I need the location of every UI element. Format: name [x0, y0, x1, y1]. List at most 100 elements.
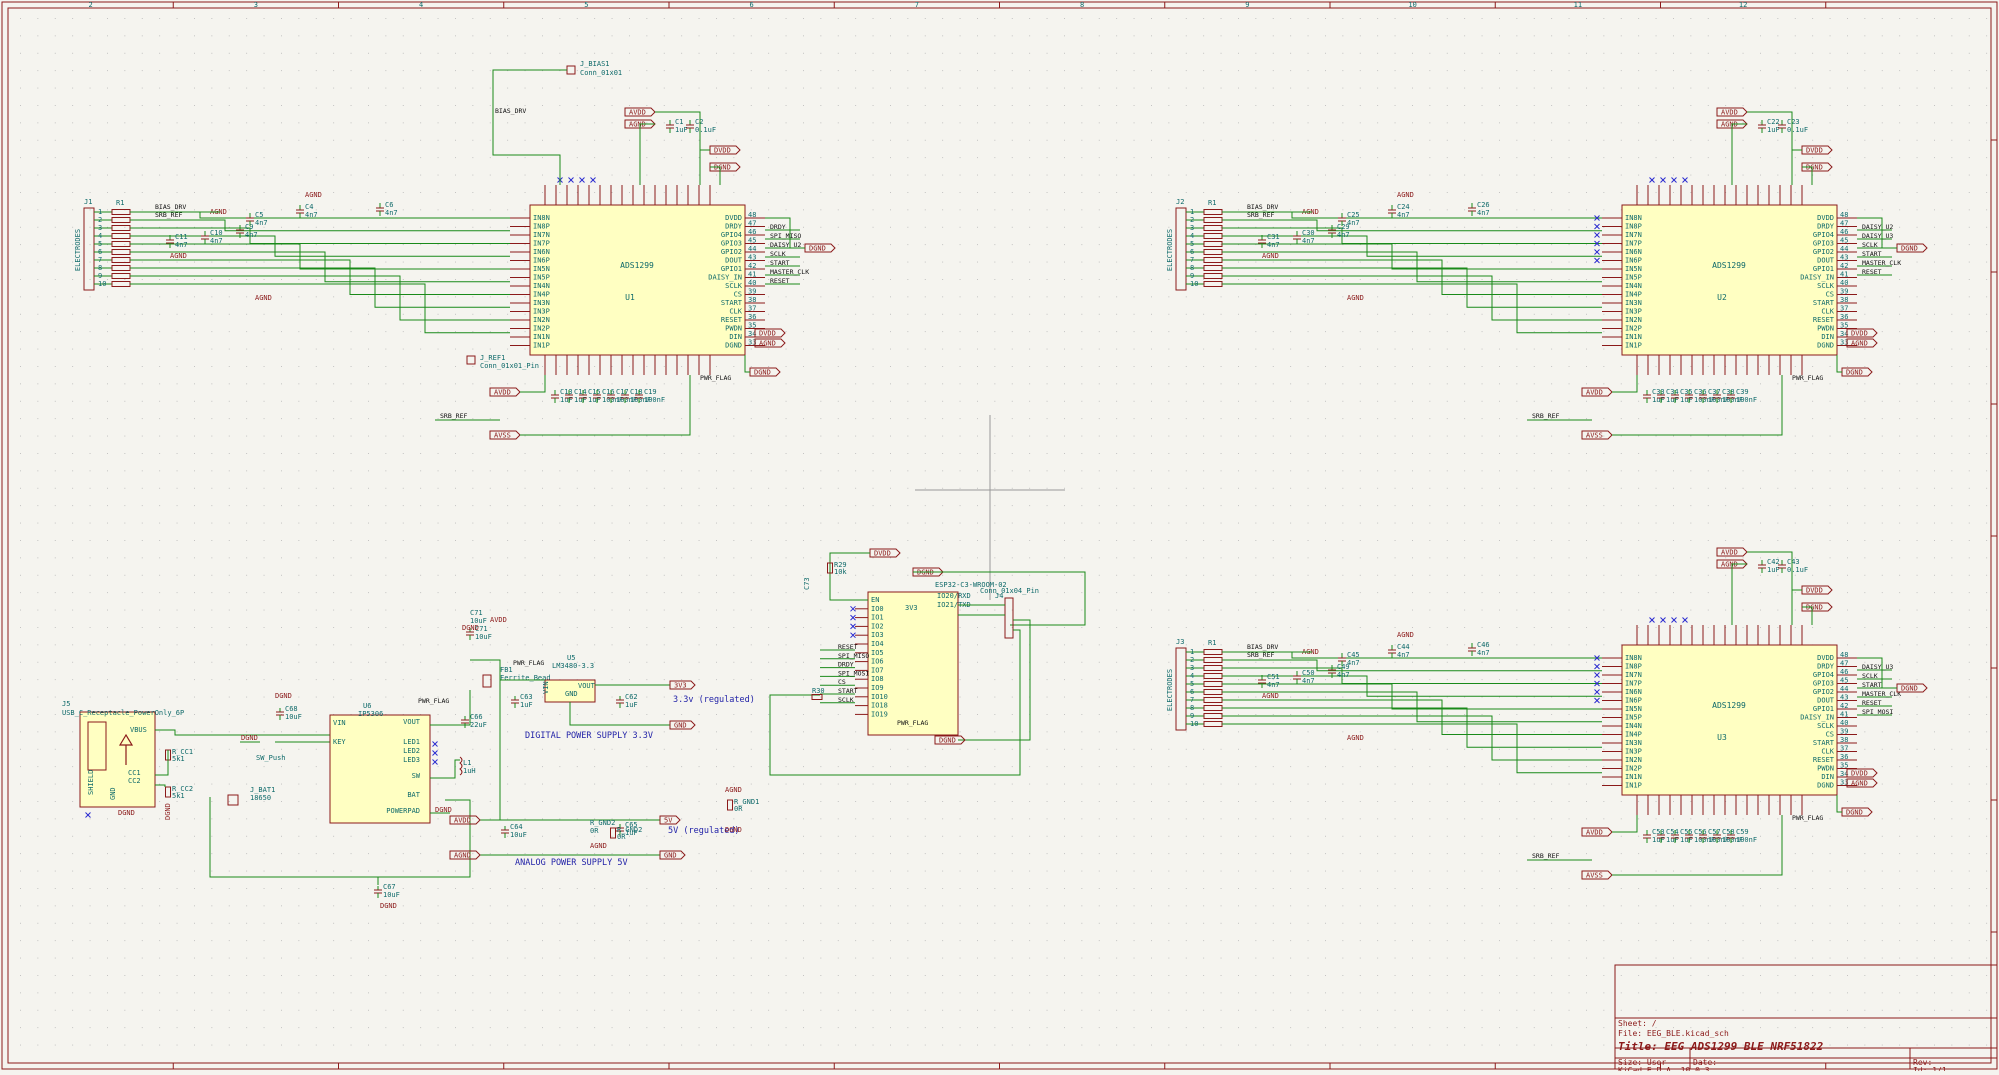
grid-dot	[229, 905, 230, 906]
grid-dot	[298, 697, 299, 698]
grid-dot	[142, 296, 143, 297]
grid-dot	[1360, 192, 1361, 193]
grid-dot	[351, 610, 352, 611]
grid-dot	[246, 975, 247, 976]
grid-dot	[55, 766, 56, 767]
grid-dot	[264, 853, 265, 854]
grid-dot	[1377, 540, 1378, 541]
grid-dot	[942, 540, 943, 541]
grid-dot	[90, 331, 91, 332]
grid-dot	[37, 610, 38, 611]
grid-dot	[90, 1027, 91, 1028]
grid-dot	[890, 314, 891, 315]
grid-dot	[1012, 836, 1013, 837]
grid-dot	[716, 192, 717, 193]
grid-dot	[264, 627, 265, 628]
grid-dot	[159, 836, 160, 837]
grid-dot	[646, 505, 647, 506]
grid-dot	[107, 366, 108, 367]
grid-dot	[907, 871, 908, 872]
grid-dot	[1255, 697, 1256, 698]
grid-dot	[1151, 644, 1152, 645]
grid-dot	[1168, 18, 1169, 19]
grid-dot	[1325, 627, 1326, 628]
grid-dot	[1395, 940, 1396, 941]
grid-dot	[1064, 140, 1065, 141]
grid-dot	[855, 557, 856, 558]
grid-dot	[1029, 488, 1030, 489]
grid-dot	[142, 1045, 143, 1046]
grid-dot	[873, 923, 874, 924]
grid-dot	[142, 992, 143, 993]
grid-dot	[594, 505, 595, 506]
grid-dot	[1395, 923, 1396, 924]
grid-dot	[1151, 157, 1152, 158]
grid-dot	[716, 871, 717, 872]
grid-dot	[1342, 749, 1343, 750]
grid-dot	[646, 662, 647, 663]
grid-dot	[1081, 1027, 1082, 1028]
grid-dot	[1238, 662, 1239, 663]
grid-dot	[699, 749, 700, 750]
grid-dot	[733, 70, 734, 71]
grid-dot	[107, 679, 108, 680]
grid-dot	[1081, 540, 1082, 541]
grid-dot	[1099, 436, 1100, 437]
grid-dot	[455, 140, 456, 141]
grid-dot	[1029, 923, 1030, 924]
grid-dot	[577, 940, 578, 941]
grid-dot	[890, 279, 891, 280]
grid-dot	[1255, 714, 1256, 715]
grid-dot	[664, 140, 665, 141]
grid-dot	[1064, 662, 1065, 663]
grid-dot	[246, 818, 247, 819]
grid-dot	[90, 453, 91, 454]
grid-dot	[751, 140, 752, 141]
grid-dot	[1412, 262, 1413, 263]
grid-dot	[1325, 679, 1326, 680]
grid-dot	[612, 383, 613, 384]
grid-dot	[37, 349, 38, 350]
grid-dot	[124, 853, 125, 854]
grid-dot	[472, 192, 473, 193]
grid-dot	[177, 975, 178, 976]
grid-dot	[298, 296, 299, 297]
grid-dot	[1064, 470, 1065, 471]
grid-dot	[438, 905, 439, 906]
grid-dot	[1203, 923, 1204, 924]
grid-dot	[1151, 575, 1152, 576]
grid-dot	[507, 801, 508, 802]
grid-dot	[20, 122, 21, 123]
grid-dot	[1134, 644, 1135, 645]
grid-dot	[786, 209, 787, 210]
grid-dot	[72, 279, 73, 280]
grid-dot	[542, 940, 543, 941]
grid-dot	[211, 940, 212, 941]
grid-dot	[194, 349, 195, 350]
grid-dot	[612, 714, 613, 715]
grid-dot	[646, 679, 647, 680]
grid-dot	[1047, 923, 1048, 924]
grid-dot	[107, 70, 108, 71]
grid-dot	[246, 192, 247, 193]
grid-dot	[37, 122, 38, 123]
grid-dot	[716, 436, 717, 437]
grid-dot	[1134, 262, 1135, 263]
grid-dot	[681, 523, 682, 524]
grid-dot	[316, 940, 317, 941]
grid-dot	[1342, 157, 1343, 158]
grid-dot	[1099, 175, 1100, 176]
grid-dot	[646, 610, 647, 611]
grid-dot	[907, 383, 908, 384]
grid-dot	[716, 122, 717, 123]
grid-dot	[1412, 575, 1413, 576]
grid-dot	[855, 488, 856, 489]
grid-dot	[664, 766, 665, 767]
grid-dot	[1151, 418, 1152, 419]
grid-dot	[490, 627, 491, 628]
grid-dot	[1116, 958, 1117, 959]
grid-dot	[142, 70, 143, 71]
grid-dot	[890, 766, 891, 767]
grid-dot	[316, 714, 317, 715]
grid-dot	[316, 88, 317, 89]
